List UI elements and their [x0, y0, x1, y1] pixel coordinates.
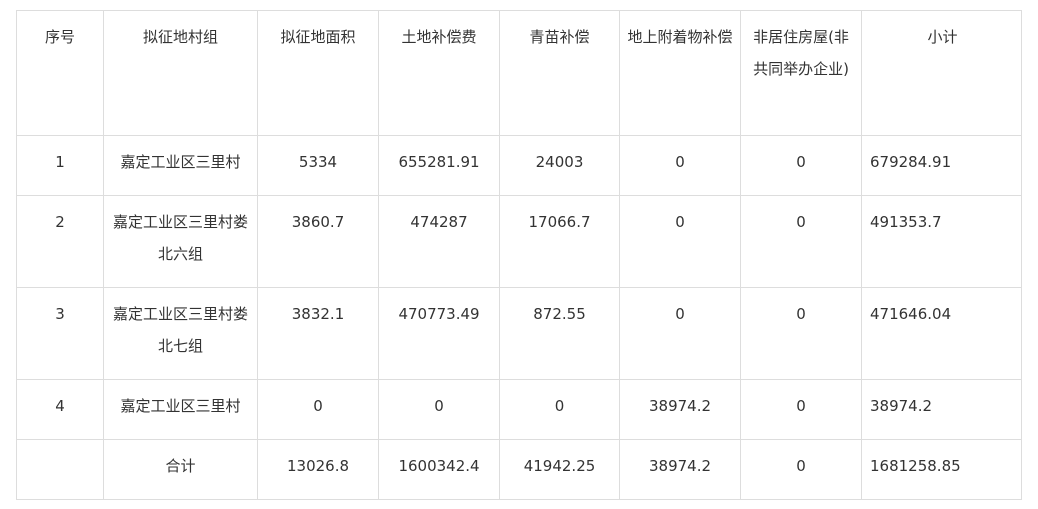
cell-crop-compensation: 24003 [499, 135, 620, 196]
cell-area: 3832.1 [257, 287, 379, 380]
cell-attachment-compensation: 38974.2 [619, 439, 741, 500]
cell-crop-compensation: 872.55 [499, 287, 620, 380]
cell-subtotal: 1681258.85 [861, 439, 1022, 500]
cell-index: 2 [16, 195, 104, 288]
header-area: 拟征地面积 [257, 10, 379, 136]
header-subtotal: 小计 [861, 10, 1022, 136]
cell-subtotal: 471646.04 [861, 287, 1022, 380]
cell-crop-compensation: 17066.7 [499, 195, 620, 288]
cell-index [16, 439, 104, 500]
cell-attachment-compensation: 0 [619, 135, 741, 196]
table-row: 4 嘉定工业区三里村 0 0 0 38974.2 0 38974.2 [16, 379, 1022, 440]
cell-nonresidential-housing: 0 [740, 195, 862, 288]
cell-area: 3860.7 [257, 195, 379, 288]
cell-land-compensation: 0 [378, 379, 500, 440]
compensation-table: 序号 拟征地村组 拟征地面积 土地补偿费 青苗补偿 地上附着物补偿 非居住房屋(… [16, 10, 1022, 500]
cell-land-compensation: 474287 [378, 195, 500, 288]
table-row: 2 嘉定工业区三里村娄北六组 3860.7 474287 17066.7 0 0… [16, 195, 1022, 288]
header-nonresidential-housing: 非居住房屋(非共同举办企业) [740, 10, 862, 136]
cell-index: 3 [16, 287, 104, 380]
cell-nonresidential-housing: 0 [740, 439, 862, 500]
cell-index: 4 [16, 379, 104, 440]
header-index: 序号 [16, 10, 104, 136]
cell-village-group: 嘉定工业区三里村 [103, 135, 258, 196]
cell-area: 5334 [257, 135, 379, 196]
cell-land-compensation: 1600342.4 [378, 439, 500, 500]
cell-attachment-compensation: 0 [619, 287, 741, 380]
cell-village-group: 嘉定工业区三里村娄北六组 [103, 195, 258, 288]
table-row: 3 嘉定工业区三里村娄北七组 3832.1 470773.49 872.55 0… [16, 287, 1022, 380]
header-crop-compensation: 青苗补偿 [499, 10, 620, 136]
header-land-compensation: 土地补偿费 [378, 10, 500, 136]
cell-village-group: 嘉定工业区三里村 [103, 379, 258, 440]
table-total-row: 合计 13026.8 1600342.4 41942.25 38974.2 0 … [16, 439, 1022, 500]
cell-area: 13026.8 [257, 439, 379, 500]
header-village-group: 拟征地村组 [103, 10, 258, 136]
cell-nonresidential-housing: 0 [740, 135, 862, 196]
cell-attachment-compensation: 38974.2 [619, 379, 741, 440]
cell-subtotal: 491353.7 [861, 195, 1022, 288]
cell-attachment-compensation: 0 [619, 195, 741, 288]
cell-nonresidential-housing: 0 [740, 379, 862, 440]
cell-index: 1 [16, 135, 104, 196]
table-header-row: 序号 拟征地村组 拟征地面积 土地补偿费 青苗补偿 地上附着物补偿 非居住房屋(… [16, 10, 1022, 136]
cell-land-compensation: 655281.91 [378, 135, 500, 196]
cell-crop-compensation: 0 [499, 379, 620, 440]
cell-total-label: 合计 [103, 439, 258, 500]
cell-subtotal: 679284.91 [861, 135, 1022, 196]
table-row: 1 嘉定工业区三里村 5334 655281.91 24003 0 0 6792… [16, 135, 1022, 196]
cell-land-compensation: 470773.49 [378, 287, 500, 380]
cell-area: 0 [257, 379, 379, 440]
cell-nonresidential-housing: 0 [740, 287, 862, 380]
cell-crop-compensation: 41942.25 [499, 439, 620, 500]
cell-subtotal: 38974.2 [861, 379, 1022, 440]
cell-village-group: 嘉定工业区三里村娄北七组 [103, 287, 258, 380]
header-attachment-compensation: 地上附着物补偿 [619, 10, 741, 136]
